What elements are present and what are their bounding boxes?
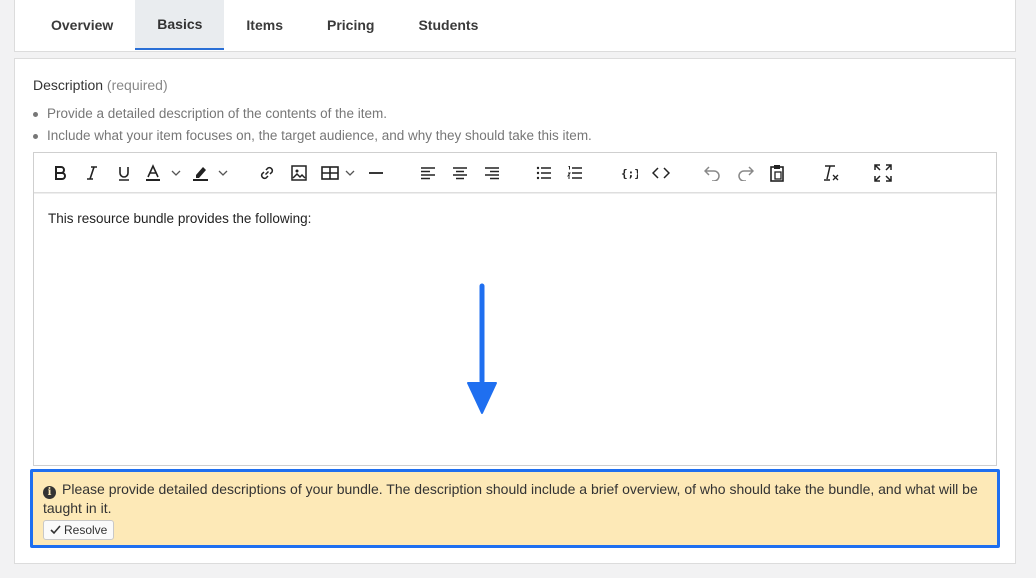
required-indicator: (required) (106, 77, 168, 93)
tab-pricing[interactable]: Pricing (305, 0, 396, 50)
numbered-list-icon[interactable] (565, 161, 585, 185)
check-icon (50, 525, 61, 535)
tab-basics[interactable]: Basics (135, 0, 225, 50)
align-center-icon[interactable] (450, 161, 470, 185)
code-block-icon[interactable]: {;} (618, 161, 640, 185)
undo-icon[interactable] (702, 161, 724, 185)
tab-overview[interactable]: Overview (29, 0, 135, 50)
tab-bar: Overview Basics Items Pricing Students (14, 0, 1016, 52)
align-right-icon[interactable] (482, 161, 502, 185)
description-label-text: Description (33, 77, 104, 93)
resolve-button[interactable]: Resolve (43, 520, 115, 540)
editor-toolbar: {;} (34, 153, 996, 193)
resolve-button-label: Resolve (64, 523, 108, 537)
fullscreen-icon[interactable] (872, 161, 894, 185)
description-label: Description (required) (33, 77, 168, 93)
rich-text-editor[interactable]: {;} (33, 152, 997, 466)
bullet-list-icon[interactable] (534, 161, 554, 185)
hint-item: Include what your item focuses on, the t… (33, 125, 592, 147)
underline-icon[interactable] (114, 161, 134, 185)
arrow-down-icon (467, 283, 497, 414)
tabs: Overview Basics Items Pricing Students (15, 0, 1015, 51)
align-left-icon[interactable] (418, 161, 438, 185)
italic-icon[interactable] (82, 161, 102, 185)
image-icon[interactable] (288, 161, 310, 185)
highlight-color-icon[interactable] (191, 161, 231, 185)
alert-message: i Please provide detailed descriptions of… (43, 480, 987, 517)
hint-item: Provide a detailed description of the co… (33, 103, 592, 125)
tab-items[interactable]: Items (224, 0, 305, 50)
horizontal-rule-icon[interactable] (366, 161, 386, 185)
redo-icon[interactable] (734, 161, 756, 185)
clear-format-icon[interactable] (820, 161, 842, 185)
paste-icon[interactable] (766, 161, 788, 185)
editor-content[interactable]: This resource bundle provides the follow… (48, 211, 311, 226)
alert-message-text: Please provide detailed descriptions of … (43, 481, 978, 516)
info-icon: i (43, 486, 56, 499)
text-color-icon[interactable] (144, 161, 184, 185)
bold-icon[interactable] (50, 161, 70, 185)
validation-alert: i Please provide detailed descriptions of… (30, 469, 1000, 548)
table-icon[interactable] (319, 161, 359, 185)
hint-list: Provide a detailed description of the co… (33, 103, 592, 147)
source-code-icon[interactable] (650, 161, 672, 185)
svg-text:{;}: {;} (621, 167, 638, 180)
link-icon[interactable] (256, 161, 278, 185)
tab-students[interactable]: Students (396, 0, 500, 50)
